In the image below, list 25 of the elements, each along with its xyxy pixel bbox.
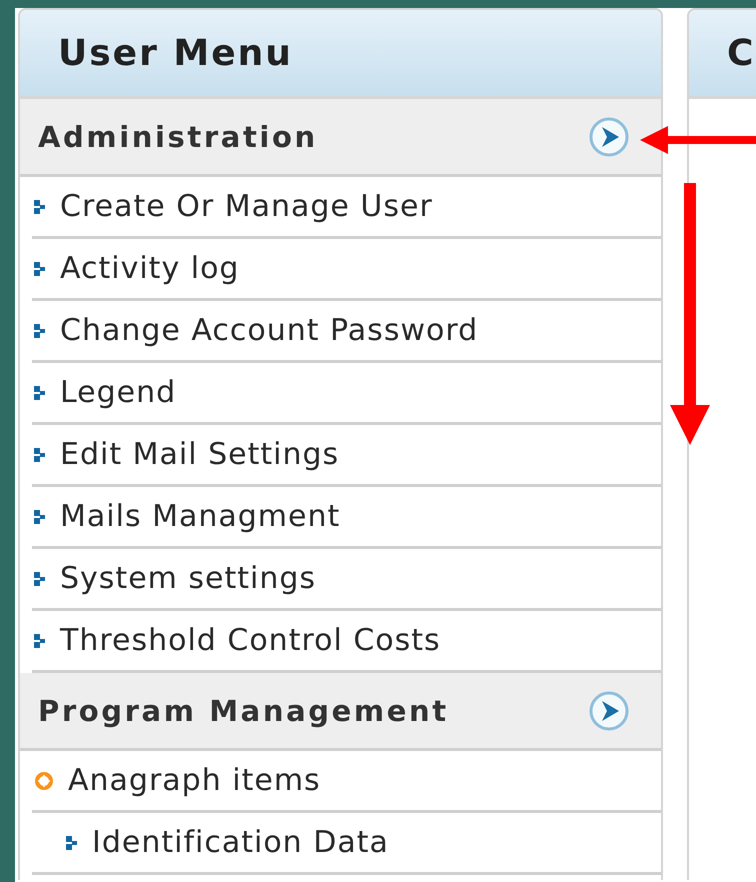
chevron-bullet-icon <box>34 634 46 648</box>
menu-item[interactable]: Identification Data <box>32 813 661 875</box>
menu-item[interactable]: Legend <box>32 363 661 425</box>
menu-item[interactable]: Mails Managment <box>32 487 661 549</box>
menu-item[interactable]: Change Account Password <box>32 301 661 363</box>
chevron-bullet-icon <box>34 386 46 400</box>
chevron-bullet-icon <box>34 510 46 524</box>
section-title: Administration <box>38 120 318 154</box>
menu-item[interactable]: System settings <box>32 549 661 611</box>
chevron-bullet-icon <box>34 200 46 214</box>
section-header[interactable]: Program Management <box>20 673 661 751</box>
panel-title: User Menu <box>58 32 293 74</box>
section-title: Program Management <box>38 694 449 728</box>
chevron-bullet-icon <box>34 572 46 586</box>
chevron-bullet-icon <box>66 836 78 850</box>
menu-item[interactable]: Anagraph items <box>32 751 661 813</box>
menu-item[interactable]: Activity log <box>32 239 661 301</box>
menu-item[interactable]: Create Or Manage User <box>32 177 661 239</box>
chevron-bullet-icon <box>34 324 46 338</box>
panel-title: C <box>727 32 756 74</box>
chevron-bullet-icon <box>34 448 46 462</box>
section-header[interactable]: Administration <box>20 99 661 177</box>
menu-item[interactable]: Edit Mail Settings <box>32 425 661 487</box>
chevron-bullet-icon <box>34 262 46 276</box>
ring-icon <box>34 770 54 790</box>
